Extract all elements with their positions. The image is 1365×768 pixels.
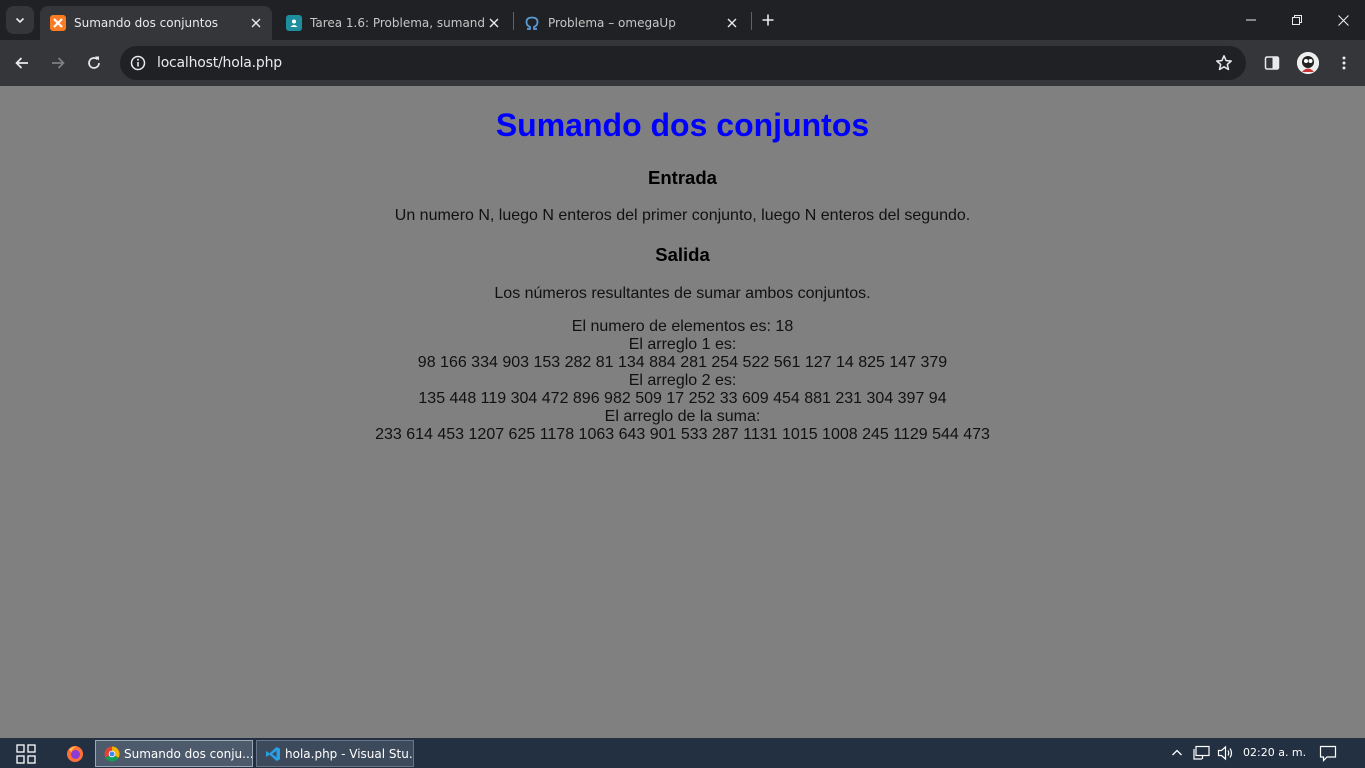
array1-label: El arreglo 1 es:: [628, 336, 737, 353]
close-tab-icon[interactable]: [246, 13, 266, 33]
tab-sumando-dos-conjuntos[interactable]: Sumando dos conjuntos: [40, 6, 272, 40]
page-content: Sumando dos conjuntos Entrada Un numero …: [0, 86, 1365, 738]
vscode-icon: [266, 746, 280, 761]
input-heading: Entrada: [648, 167, 717, 188]
tab-tarea[interactable]: Tarea 1.6: Problema, sumando d: [276, 6, 510, 40]
result-output: El numero de elementos es: 18 El arreglo…: [0, 318, 1365, 444]
forward-button[interactable]: [44, 49, 72, 77]
sum-values: 233 614 453 1207 625 1178 1063 643 901 5…: [375, 426, 990, 443]
arrow-right-icon: [52, 57, 65, 69]
page-title: Sumando dos conjuntos: [495, 107, 870, 143]
minimize-icon: [1246, 19, 1256, 21]
tab-omegaup[interactable]: Problema – omegaUp: [514, 6, 748, 40]
firefox-launcher[interactable]: [66, 740, 84, 767]
back-button[interactable]: [8, 49, 36, 77]
tab-strip: Sumando dos conjuntos Tarea 1.6: Problem…: [0, 0, 1365, 40]
start-button[interactable]: [16, 744, 36, 764]
bookmark-star-icon[interactable]: [1212, 51, 1236, 75]
minimize-button[interactable]: [1228, 0, 1274, 40]
restore-button[interactable]: [1274, 0, 1320, 40]
omega-icon: [524, 15, 540, 31]
output-description: Los números resultantes de sumar ambos c…: [494, 285, 871, 302]
reload-icon: [88, 56, 100, 69]
chevron-up-icon: [1172, 749, 1182, 756]
browser-toolbar: localhost/hola.php: [0, 40, 1365, 86]
firefox-icon: [67, 745, 83, 762]
close-icon: [1337, 14, 1349, 26]
close-window-button[interactable]: [1320, 0, 1365, 40]
tab-title: Problema – omegaUp: [548, 16, 676, 30]
sum-label: El arreglo de la suma:: [604, 408, 761, 425]
close-tab-icon[interactable]: [484, 13, 504, 33]
notification-icon: [1319, 745, 1337, 762]
new-tab-button[interactable]: [756, 8, 780, 32]
speaker-icon: [1217, 745, 1233, 761]
taskbar-app-label: Sumando dos conju...: [124, 746, 252, 761]
network-button[interactable]: [1192, 738, 1212, 768]
tab-title: Tarea 1.6: Problema, sumando d: [310, 16, 484, 30]
browser-menu-button[interactable]: [1330, 49, 1358, 77]
tab-title: Sumando dos conjuntos: [74, 16, 219, 30]
reload-button[interactable]: [80, 49, 108, 77]
output-heading: Salida: [655, 244, 710, 265]
plus-icon: [762, 14, 774, 26]
xampp-icon: [50, 15, 66, 31]
tab-separator: [751, 12, 752, 30]
address-bar[interactable]: localhost/hola.php: [120, 46, 1246, 80]
site-info-icon[interactable]: [126, 51, 150, 75]
classroom-icon: [286, 15, 302, 31]
arrow-left-icon: [15, 57, 28, 69]
tab-search-button[interactable]: [6, 6, 34, 34]
taskbar-app-vscode[interactable]: hola.php - Visual Stu...: [256, 740, 414, 767]
taskbar-clock[interactable]: 02:20 a. m.: [1243, 746, 1306, 759]
restore-icon: [1292, 15, 1302, 25]
array2-values: 135 448 119 304 472 896 982 509 17 252 3…: [418, 390, 947, 407]
array1-values: 98 166 334 903 153 282 81 134 884 281 25…: [417, 354, 948, 371]
element-count: El numero de elementos es: 18: [571, 318, 794, 335]
taskbar-app-chrome[interactable]: Sumando dos conju...: [95, 740, 253, 767]
chrome-icon: [104, 746, 120, 762]
show-hidden-icons-button[interactable]: [1168, 738, 1186, 768]
side-panel-icon: [1264, 56, 1280, 70]
input-description: Un numero N, luego N enteros del primer …: [394, 207, 971, 224]
chevron-down-icon: [15, 17, 25, 24]
network-icon: [1193, 745, 1210, 760]
url-text[interactable]: localhost/hola.php: [157, 55, 282, 71]
more-vertical-icon: [1342, 56, 1346, 70]
notification-center-button[interactable]: [1316, 738, 1340, 768]
side-panel-button[interactable]: [1258, 49, 1286, 77]
taskbar-app-label: hola.php - Visual Stu...: [285, 746, 413, 761]
array2-label: El arreglo 2 es:: [628, 372, 737, 389]
close-tab-icon[interactable]: [722, 13, 742, 33]
grid-icon: [16, 744, 36, 764]
profile-avatar[interactable]: [1297, 52, 1319, 74]
volume-button[interactable]: [1216, 738, 1236, 768]
taskbar: Sumando dos conju... hola.php - Visual S…: [0, 738, 1365, 768]
